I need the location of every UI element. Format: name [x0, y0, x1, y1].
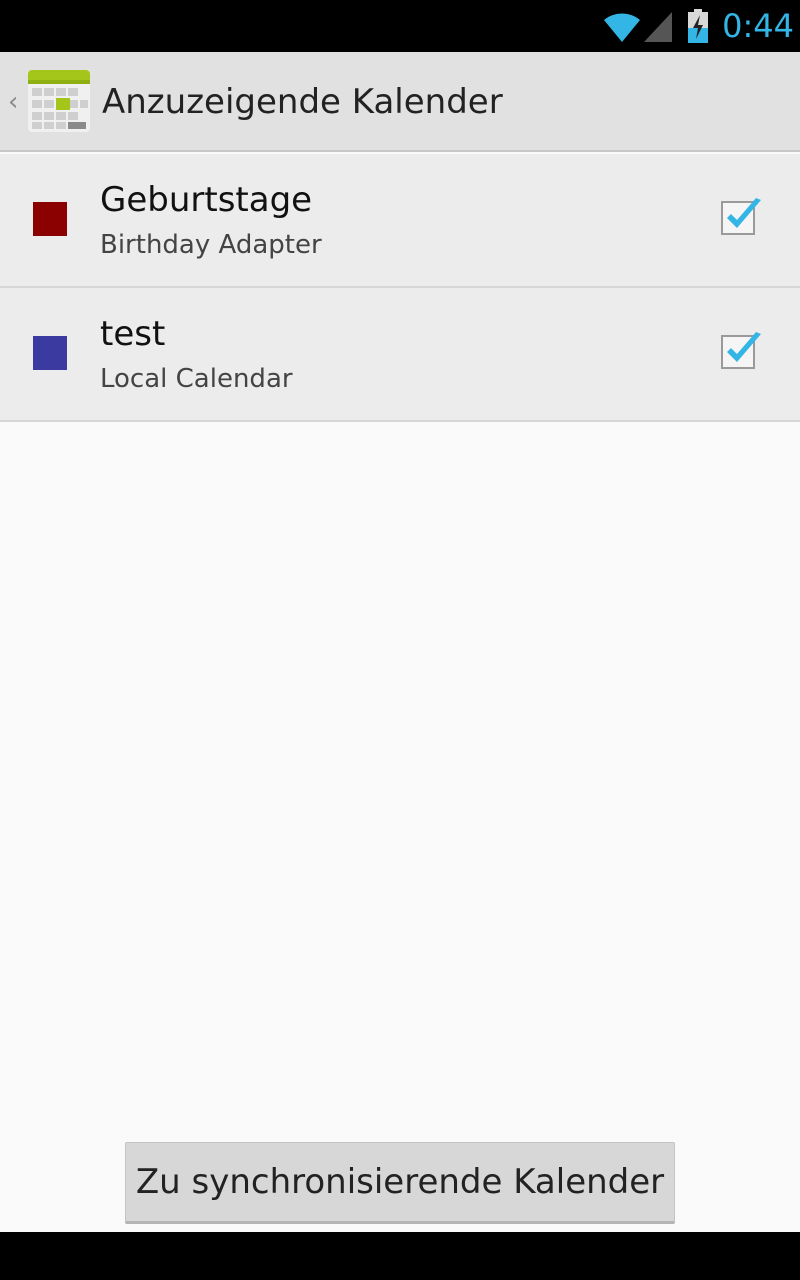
cell-signal-icon	[644, 12, 672, 42]
calendar-account: Local Calendar	[100, 364, 293, 394]
calendar-color-swatch	[33, 202, 67, 236]
chevron-left-icon[interactable]: ‹	[8, 86, 24, 118]
visible-checkbox[interactable]	[716, 196, 766, 240]
status-bar: 0:44	[0, 0, 800, 52]
calendar-color-swatch	[33, 336, 67, 370]
calendar-list: Geburtstage Birthday Adapter test Local …	[0, 154, 800, 422]
calendar-name: Geburtstage	[100, 180, 313, 220]
battery-charging-icon	[688, 9, 708, 43]
status-clock: 0:44	[722, 7, 794, 45]
action-bar: ‹ Anzuzeigende Kalender	[0, 52, 800, 152]
calendars-to-sync-button[interactable]: Zu synchronisierende Kalender	[125, 1142, 675, 1224]
navigation-bar	[0, 1232, 800, 1280]
list-item[interactable]: Geburtstage Birthday Adapter	[0, 154, 800, 288]
page-title: Anzuzeigende Kalender	[102, 82, 503, 122]
visible-checkbox[interactable]	[716, 330, 766, 374]
wifi-icon	[604, 13, 640, 42]
calendar-app-icon[interactable]	[28, 70, 90, 132]
calendar-account: Birthday Adapter	[100, 230, 322, 260]
list-item[interactable]: test Local Calendar	[0, 288, 800, 422]
calendar-name: test	[100, 314, 166, 354]
